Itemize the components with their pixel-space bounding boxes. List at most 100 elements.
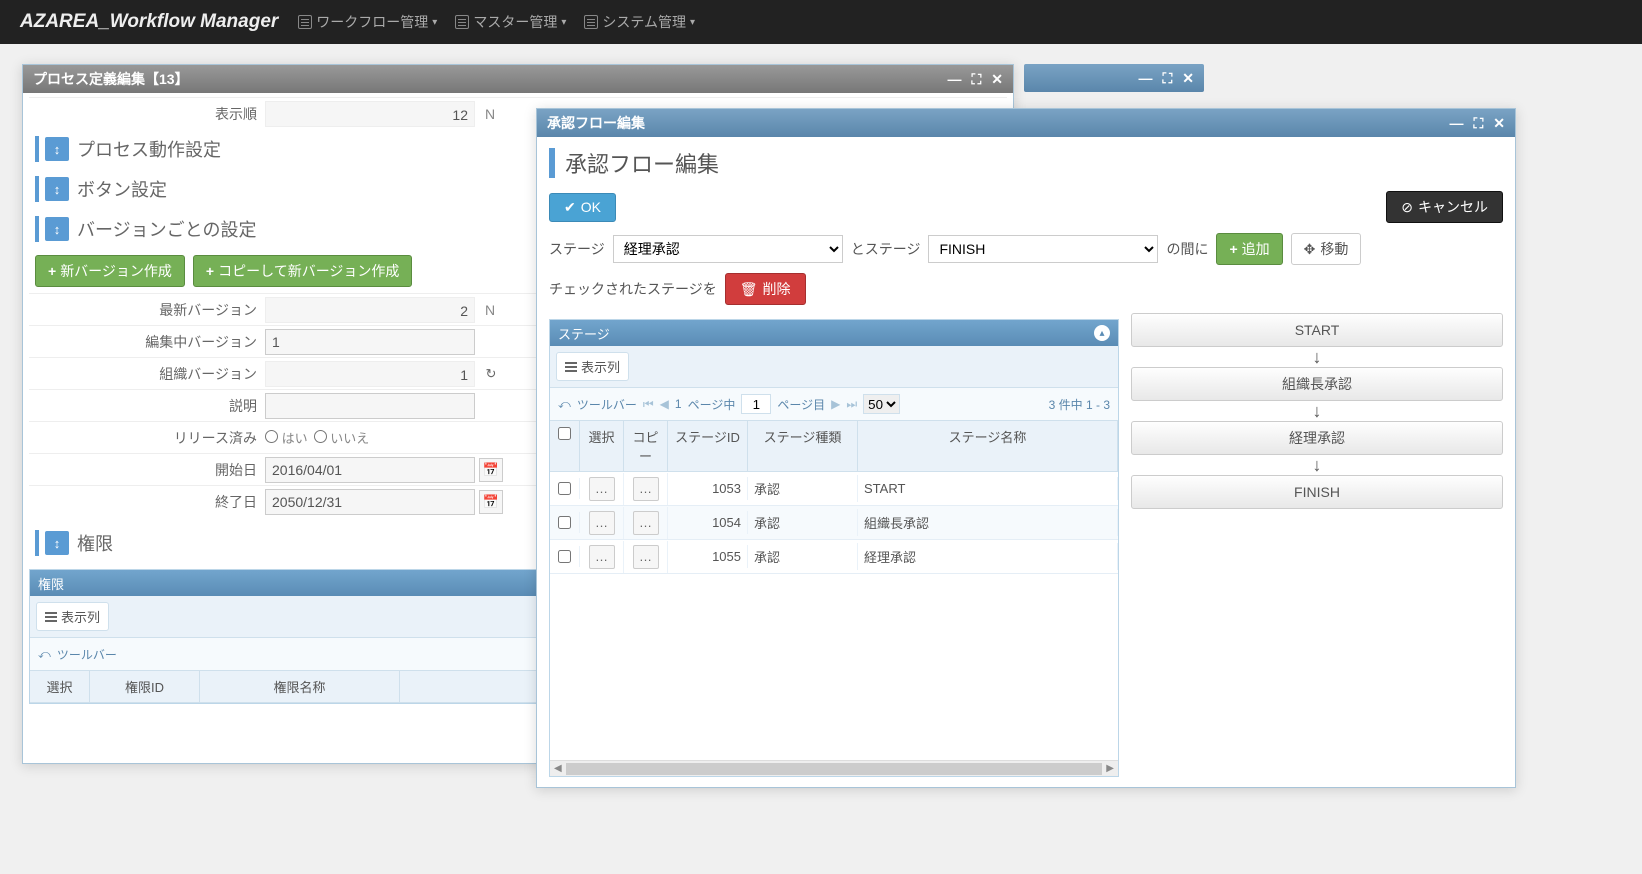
row-checkbox[interactable] [558,550,571,563]
menu-icon [584,15,598,29]
menu-icon [298,15,312,29]
col-stage-type: ステージ種類 [748,421,858,471]
collapse-icon[interactable]: ▴ [1094,325,1110,341]
flow-step[interactable]: 組織長承認 [1131,367,1503,401]
flow-column: START↓組織長承認↓経理承認↓FINISH [1131,313,1503,777]
released-yes-option[interactable]: はい [265,428,308,447]
page-mid: ページ中 [688,396,736,413]
page-size-select[interactable]: 50 [863,394,900,414]
released-no-option[interactable]: いいえ [314,428,370,447]
minimized-window-bar: — ⛶ ✕ [1024,64,1204,92]
released-yes-label: はい [282,431,308,446]
title-bar [549,148,555,178]
released-yes-radio[interactable] [265,430,278,443]
copy-version-button[interactable]: +コピーして新バージョン作成 [193,255,413,287]
stage-name-cell: 組織長承認 [858,509,1118,536]
add-button[interactable]: +追加 [1216,233,1282,265]
close-icon[interactable]: ✕ [991,71,1003,88]
delete-button[interactable]: 🗑削除 [725,273,806,305]
section-bar [35,216,39,242]
pager-prev-icon[interactable]: ◀ [660,397,669,411]
desc-input[interactable] [265,393,475,419]
row-checkbox[interactable] [558,482,571,495]
stage-type-cell: 承認 [748,509,858,536]
released-label: リリース済み [29,428,265,448]
row-checkbox[interactable] [558,516,571,529]
stage-a-select[interactable]: 経理承認 [613,235,843,263]
refresh-icon[interactable]: ↻ [481,364,501,384]
maximize-icon[interactable]: ⛶ [1162,70,1172,87]
page-end: ページ目 [777,396,825,413]
plus-icon: + [206,263,214,279]
released-no-radio[interactable] [314,430,327,443]
minimized-titlebar[interactable]: — ⛶ ✕ [1024,64,1204,92]
cancel-button[interactable]: ⊘キャンセル [1386,191,1503,223]
start-date-input[interactable] [265,457,475,483]
org-version-value: 1 [265,361,475,387]
expand-icon[interactable]: ↕ [45,177,69,201]
select-row-button[interactable]: … [589,545,615,569]
select-row-button[interactable]: … [589,477,615,501]
new-version-button[interactable]: +新バージョン作成 [35,255,185,287]
expand-icon[interactable]: ↕ [45,531,69,555]
stage-b-select[interactable]: FINISH [928,235,1158,263]
between-label: とステージ [851,239,921,259]
flow-step[interactable]: 経理承認 [1131,421,1503,455]
select-row-button[interactable]: … [589,511,615,535]
app-brand: AZAREA_Workflow Manager [20,11,278,33]
expand-icon[interactable]: ↕ [45,217,69,241]
page-input[interactable] [741,394,771,414]
check-icon: ✔ [564,199,576,216]
win1-titlebar[interactable]: プロセス定義編集【13】 — ⛶ ✕ [23,65,1013,93]
copy-row-button[interactable]: … [633,477,659,501]
display-order-label: 表示順 [29,104,265,124]
minimize-icon[interactable]: — [947,71,961,88]
stage-rows: ……1053承認START……1054承認組織長承認……1055承認経理承認 [550,472,1118,574]
h-scrollbar[interactable]: ◀ ▶ [550,760,1118,776]
move-button[interactable]: ✥移動 [1291,233,1362,265]
copy-row-button[interactable]: … [633,545,659,569]
select-all-checkbox[interactable] [558,427,571,440]
close-icon[interactable]: ✕ [1493,115,1505,132]
end-date-input[interactable] [265,489,475,515]
calendar-icon[interactable]: 📅 [479,490,503,514]
pager-last-icon[interactable]: ⏭ [846,397,857,412]
table-row: ……1054承認組織長承認 [550,506,1118,540]
toolbar-icon[interactable]: ⤺ [38,647,51,662]
pager-first-icon[interactable]: ⏮ [643,397,654,412]
expand-icon[interactable]: ↕ [45,137,69,161]
close-icon[interactable]: ✕ [1182,70,1194,87]
caret-icon: ▾ [561,17,566,28]
copy-version-label: コピーして新バージョン作成 [218,261,399,281]
section-button-title: ボタン設定 [77,176,167,202]
stage-toolbar: 表示列 [550,346,1118,388]
pager-next-icon[interactable]: ▶ [831,397,840,411]
toolbar-icon[interactable]: ⤺ [558,397,571,412]
nav-system[interactable]: システム管理▾ [584,12,695,32]
desc-label: 説明 [29,396,265,416]
start-date-label: 開始日 [29,460,265,480]
scroll-right-icon[interactable]: ▶ [1106,763,1114,774]
pager-summary: 3 件中 1 - 3 [1049,396,1110,413]
show-columns-button[interactable]: 表示列 [36,602,109,631]
minimize-icon[interactable]: — [1138,70,1152,87]
win3-titlebar[interactable]: 承認フロー編集 — ⛶ ✕ [537,109,1515,137]
caret-icon: ▾ [432,17,437,28]
calendar-icon[interactable]: 📅 [479,458,503,482]
scroll-left-icon[interactable]: ◀ [554,763,562,774]
nav-master[interactable]: マスター管理▾ [455,12,566,32]
stage-name-cell: 経理承認 [858,543,1118,570]
maximize-icon[interactable]: ⛶ [1473,115,1483,132]
show-columns-button[interactable]: 表示列 [556,352,629,381]
flow-step[interactable]: START [1131,313,1503,347]
win3-title: 承認フロー編集 [547,113,645,133]
section-bar [35,176,39,202]
scroll-track[interactable] [566,763,1102,775]
editing-version-select[interactable] [265,329,475,355]
flow-step[interactable]: FINISH [1131,475,1503,509]
ok-button[interactable]: ✔OK [549,193,616,222]
maximize-icon[interactable]: ⛶ [971,71,981,88]
nav-workflow[interactable]: ワークフロー管理▾ [298,12,437,32]
copy-row-button[interactable]: … [633,511,659,535]
minimize-icon[interactable]: — [1449,115,1463,132]
